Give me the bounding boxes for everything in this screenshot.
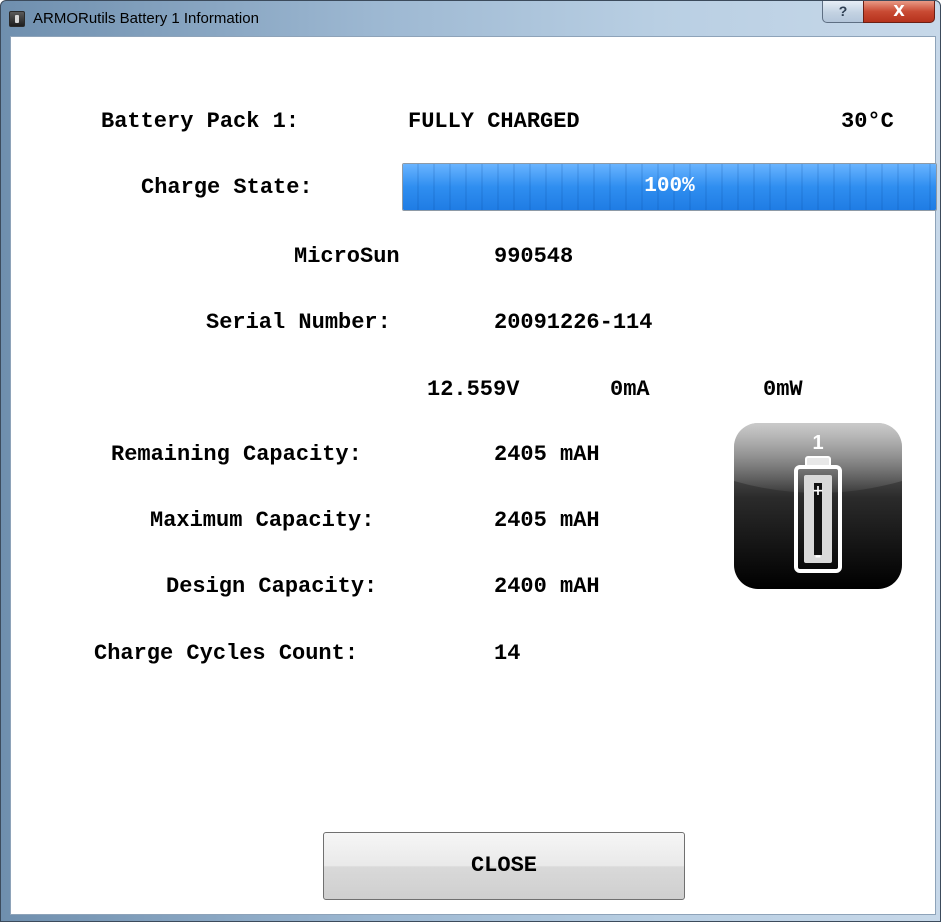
manufacturer-value: MicroSun [294, 244, 400, 269]
battery-app-icon [9, 11, 25, 27]
battery-minus-sign: - [815, 546, 822, 565]
remaining-capacity-label: Remaining Capacity: [111, 442, 362, 467]
battery-plus-sign: + [812, 483, 824, 499]
charge-progress-bar: 100% [402, 163, 937, 211]
model-value: 990548 [494, 244, 574, 269]
temperature-value: 30°C [841, 109, 894, 134]
remaining-capacity-value: 2405 mAH [494, 442, 600, 467]
dialog-content: Battery Pack 1: FULLY CHARGED 30°C Charg… [10, 36, 937, 915]
battery-icon: 1 + - [734, 423, 902, 589]
design-capacity-value: 2400 mAH [494, 574, 600, 599]
current-value: 0mA [610, 377, 650, 402]
maximum-capacity-value: 2405 mAH [494, 508, 600, 533]
help-button[interactable]: ? [822, 1, 864, 23]
charge-percent-text: 100% [644, 175, 695, 198]
serial-label: Serial Number: [206, 310, 391, 335]
close-window-button[interactable]: X [863, 1, 935, 23]
pack-label: Battery Pack 1: [101, 109, 300, 134]
battery-icon-number: 1 [812, 432, 823, 454]
title-bar[interactable]: ARMORutils Battery 1 Information ? X [1, 1, 940, 37]
charge-cycles-label: Charge Cycles Count: [94, 641, 359, 666]
charge-state-label: Charge State: [141, 175, 313, 200]
window-title: ARMORutils Battery 1 Information [33, 10, 259, 27]
close-button[interactable]: CLOSE [323, 832, 685, 900]
charge-cycles-value: 14 [494, 641, 521, 666]
power-value: 0mW [763, 377, 803, 402]
serial-value: 20091226-114 [494, 310, 653, 335]
maximum-capacity-label: Maximum Capacity: [150, 508, 375, 533]
design-capacity-label: Design Capacity: [166, 574, 378, 599]
voltage-value: 12.559V [427, 377, 520, 402]
pack-status: FULLY CHARGED [408, 109, 580, 134]
